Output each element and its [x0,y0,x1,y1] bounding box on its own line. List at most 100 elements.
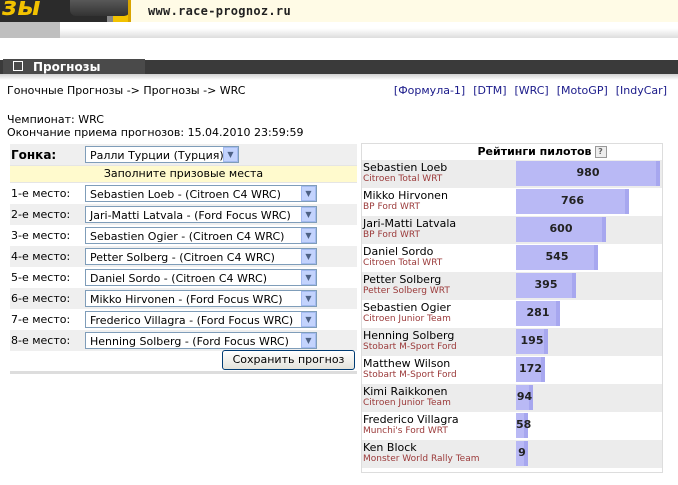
rating-value: 766 [561,194,584,207]
chevron-down-icon[interactable]: ▼ [223,147,238,162]
square-icon [13,61,23,71]
driver-name[interactable]: Daniel Sordo [363,245,433,258]
rating-value: 94 [516,390,533,403]
rating-row: Jari-Matti Latvala BP Ford WRT 600 [362,216,662,244]
header-stripe [0,22,678,38]
category-link-indycar[interactable]: [IndyCar] [616,84,667,97]
driver-name[interactable]: Mikko Hirvonen [363,189,448,202]
place-row: 8-е место: Henning Solberg - (Ford Focus … [10,330,357,351]
place-row: 5-е место: Daniel Sordo - (Citroen C4 WRC… [10,267,357,288]
rating-value: 600 [549,222,573,235]
category-link-motogp[interactable]: [MotoGP] [557,84,608,97]
championship-info: Чемпионат: WRC Окончание приема прогнозо… [7,113,303,139]
place-select-value: Mikko Hirvonen - (Ford Focus WRC) [90,293,283,306]
section-shadow [0,74,678,80]
rating-value: 58 [516,418,532,431]
place-select-value: Petter Solberg - (Citroen C4 WRC) [90,251,275,264]
category-link-f1[interactable]: [Формула-1] [394,84,465,97]
breadcrumb: Гоночные Прогнозы -> Прогнозы -> WRC [7,84,246,97]
driver-team: Stobart M-Sport Ford [363,342,457,352]
driver-name[interactable]: Henning Solberg [363,329,454,342]
place-select[interactable]: Henning Solberg - (Ford Focus WRC) ▼ [85,332,317,349]
driver-name[interactable]: Petter Solberg [363,273,441,286]
category-links: [Формула-1] [DTM] [WRC] [MotoGP] [IndyCar] [386,84,667,97]
chevron-down-icon[interactable]: ▼ [301,291,316,306]
chevron-down-icon[interactable]: ▼ [301,270,316,285]
deadline-label: Окончание приема прогнозов: 15.04.2010 2… [7,126,304,139]
rating-value: 9 [518,446,526,459]
rating-row: Frederico Villagra Munchi's Ford WRT 58 [362,412,662,440]
race-label: Гонка: [11,147,57,162]
place-label: 7-е место: [11,313,71,326]
rating-value: 980 [576,166,600,179]
chevron-down-icon[interactable]: ▼ [301,228,316,243]
prediction-form: Гонка: Ралли Турции (Турция) ▼ Заполните… [10,144,357,351]
place-row: 7-е место: Frederico Villagra - (Ford Foc… [10,309,357,330]
driver-team: Citroen Junior Team [363,314,451,324]
rating-row: Ken Block Monster World Rally Team 9 [362,440,662,468]
driver-name[interactable]: Sebastien Loeb [363,161,447,174]
rating-row: Henning Solberg Stobart M-Sport Ford 195 [362,328,662,356]
rating-row: Sebastien Ogier Citroen Junior Team 281 [362,300,662,328]
place-select[interactable]: Daniel Sordo - (Citroen C4 WRC) ▼ [85,269,317,286]
driver-team: BP Ford WRT [363,202,420,212]
rating-value: 172 [519,362,542,375]
place-row: 2-е место: Jari-Matti Latvala - (Ford Foc… [10,204,357,225]
driver-rating-panel: Рейтинги пилотов? Sebastien Loeb Citroen … [361,143,663,473]
section-title: Прогнозы [33,60,101,74]
place-label: 6-е место: [11,292,71,305]
place-select[interactable]: Sebastien Loeb - (Citroen C4 WRC) ▼ [85,185,317,202]
site-header: зы www.race-prognoz.ru [0,0,678,38]
driver-team: Petter Solberg WRT [363,286,450,296]
race-select[interactable]: Ралли Турции (Турция) ▼ [85,146,239,163]
chevron-down-icon[interactable]: ▼ [301,333,316,348]
form-divider [10,371,357,374]
rating-value: 545 [545,250,569,263]
driver-name[interactable]: Ken Block [363,441,417,454]
driver-team: Munchi's Ford WRT [363,426,448,436]
category-link-wrc[interactable]: [WRC] [514,84,548,97]
driver-team: Citroen Total WRT [363,258,443,268]
rating-row: Sebastien Loeb Citroen Total WRT 980 [362,160,662,188]
place-select[interactable]: Jari-Matti Latvala - (Ford Focus WRC) ▼ [85,206,317,223]
championship-label: Чемпионат: WRC [7,113,104,126]
section-tab: Прогнозы [3,59,145,75]
driver-name[interactable]: Matthew Wilson [363,357,450,370]
place-select-value: Henning Solberg - (Ford Focus WRC) [90,335,289,348]
driver-team: Monster World Rally Team [363,454,480,464]
header-stripe-dark [0,22,60,38]
place-label: 2-е место: [11,208,71,221]
driver-name[interactable]: Sebastien Ogier [363,301,451,314]
driver-name[interactable]: Kimi Raikkonen [363,385,448,398]
rating-title: Рейтинги пилотов? [362,144,662,160]
driver-team: Citroen Total WRT [363,174,443,184]
place-row: 3-е место: Sebastien Ogier - (Citroen C4 … [10,225,357,246]
place-label: 5-е место: [11,271,71,284]
driver-team: Stobart M-Sport Ford [363,370,457,380]
place-label: 1-е место: [11,187,71,200]
place-select[interactable]: Petter Solberg - (Citroen C4 WRC) ▼ [85,248,317,265]
place-label: 4-е место: [11,250,71,263]
help-icon[interactable]: ? [594,146,607,158]
place-row: 4-е место: Petter Solberg - (Citroen C4 W… [10,246,357,267]
place-select-value: Frederico Villagra - (Ford Focus WRC) [90,314,294,327]
chevron-down-icon[interactable]: ▼ [301,186,316,201]
place-select-value: Sebastien Ogier - (Citroen C4 WRC) [90,230,285,243]
place-row: 1-е место: Sebastien Loeb - (Citroen C4 W… [10,183,357,204]
site-url[interactable]: www.race-prognoz.ru [148,4,291,18]
category-link-dtm[interactable]: [DTM] [473,84,506,97]
chevron-down-icon[interactable]: ▼ [301,207,316,222]
rating-title-text: Рейтинги пилотов [477,145,592,158]
chevron-down-icon[interactable]: ▼ [301,249,316,264]
place-select-value: Jari-Matti Latvala - (Ford Focus WRC) [90,209,291,222]
save-prediction-button[interactable]: Сохранить прогноз [222,350,355,370]
race-row: Гонка: Ралли Турции (Турция) ▼ [10,144,357,165]
place-select[interactable]: Frederico Villagra - (Ford Focus WRC) ▼ [85,311,317,328]
rating-value: 395 [534,278,558,291]
driver-name[interactable]: Jari-Matti Latvala [363,217,456,230]
place-select[interactable]: Mikko Hirvonen - (Ford Focus WRC) ▼ [85,290,317,307]
driver-name[interactable]: Frederico Villagra [363,413,459,426]
race-select-value: Ралли Турции (Турция) [90,149,224,162]
chevron-down-icon[interactable]: ▼ [301,312,316,327]
place-select[interactable]: Sebastien Ogier - (Citroen C4 WRC) ▼ [85,227,317,244]
